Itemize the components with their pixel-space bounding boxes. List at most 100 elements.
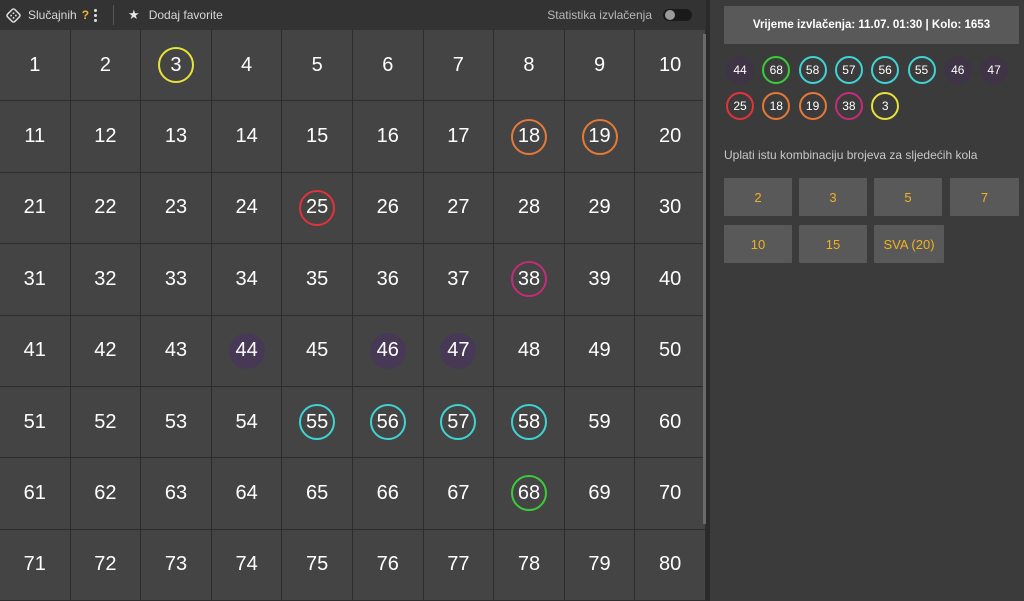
number-cell[interactable]: 37 bbox=[423, 244, 495, 316]
number-cell[interactable]: 52 bbox=[70, 386, 142, 459]
number-label: 1 bbox=[29, 53, 41, 76]
number-cell[interactable]: 2 bbox=[70, 30, 142, 102]
number-cell[interactable]: 18 bbox=[494, 101, 565, 173]
number-cell[interactable]: 23 bbox=[141, 172, 212, 245]
repeat-option-button[interactable]: 15 bbox=[799, 225, 867, 263]
number-cell[interactable]: 57 bbox=[423, 386, 495, 459]
number-label: 64 bbox=[235, 481, 258, 504]
number-cell[interactable]: 42 bbox=[70, 315, 142, 387]
number-cell[interactable]: 30 bbox=[635, 172, 706, 245]
number-cell[interactable]: 45 bbox=[282, 315, 353, 387]
number-cell[interactable]: 71 bbox=[0, 529, 71, 601]
number-cell[interactable]: 49 bbox=[564, 315, 636, 387]
number-cell[interactable]: 76 bbox=[352, 529, 424, 601]
number-label: 40 bbox=[659, 267, 682, 290]
number-cell[interactable]: 70 bbox=[635, 458, 706, 530]
number-label: 42 bbox=[94, 339, 117, 362]
number-cell[interactable]: 19 bbox=[564, 101, 636, 173]
number-cell[interactable]: 16 bbox=[352, 101, 424, 173]
number-cell[interactable]: 59 bbox=[564, 386, 636, 459]
number-cell[interactable]: 41 bbox=[0, 315, 71, 387]
number-cell[interactable]: 69 bbox=[564, 458, 636, 530]
number-cell[interactable]: 44 bbox=[211, 315, 283, 387]
number-cell[interactable]: 74 bbox=[211, 529, 283, 601]
number-cell[interactable]: 11 bbox=[0, 101, 71, 173]
number-cell[interactable]: 75 bbox=[282, 529, 353, 601]
number-cell[interactable]: 6 bbox=[352, 30, 424, 102]
number-cell[interactable]: 24 bbox=[211, 172, 283, 245]
number-cell[interactable]: 50 bbox=[635, 315, 706, 387]
repeat-option-button[interactable]: 10 bbox=[724, 225, 792, 263]
number-cell[interactable]: 29 bbox=[564, 172, 636, 245]
number-cell[interactable]: 63 bbox=[141, 458, 212, 530]
help-icon[interactable]: ? bbox=[82, 8, 89, 22]
number-cell[interactable]: 12 bbox=[70, 101, 142, 173]
number-cell[interactable]: 33 bbox=[141, 244, 212, 316]
number-cell[interactable]: 14 bbox=[211, 101, 283, 173]
number-cell[interactable]: 26 bbox=[352, 172, 424, 245]
number-label: 37 bbox=[447, 267, 470, 290]
number-cell[interactable]: 73 bbox=[141, 529, 212, 601]
number-cell[interactable]: 77 bbox=[423, 529, 495, 601]
number-label: 29 bbox=[588, 196, 611, 219]
number-cell[interactable]: 36 bbox=[352, 244, 424, 316]
number-cell[interactable]: 67 bbox=[423, 458, 495, 530]
number-cell[interactable]: 47 bbox=[423, 315, 495, 387]
number-cell[interactable]: 17 bbox=[423, 101, 495, 173]
number-cell[interactable]: 39 bbox=[564, 244, 636, 316]
number-cell[interactable]: 28 bbox=[494, 172, 565, 245]
random-picker[interactable]: Slučajnih ? bbox=[0, 0, 98, 30]
number-cell[interactable]: 68 bbox=[494, 458, 565, 530]
number-cell[interactable]: 78 bbox=[494, 529, 565, 601]
number-cell[interactable]: 60 bbox=[635, 386, 706, 459]
repeat-option-button[interactable]: 2 bbox=[724, 178, 792, 216]
number-cell[interactable]: 31 bbox=[0, 244, 71, 316]
number-cell[interactable]: 15 bbox=[282, 101, 353, 173]
number-cell[interactable]: 58 bbox=[494, 386, 565, 459]
number-cell[interactable]: 61 bbox=[0, 458, 71, 530]
number-cell[interactable]: 48 bbox=[494, 315, 565, 387]
number-cell[interactable]: 54 bbox=[211, 386, 283, 459]
number-cell[interactable]: 32 bbox=[70, 244, 142, 316]
number-cell[interactable]: 7 bbox=[423, 30, 495, 102]
number-cell[interactable]: 80 bbox=[635, 529, 706, 601]
number-cell[interactable]: 79 bbox=[564, 529, 636, 601]
number-label: 76 bbox=[376, 553, 399, 576]
number-cell[interactable]: 3 bbox=[141, 30, 212, 102]
number-cell[interactable]: 8 bbox=[494, 30, 565, 102]
number-cell[interactable]: 13 bbox=[141, 101, 212, 173]
repeat-option-button[interactable]: 7 bbox=[950, 178, 1019, 216]
number-cell[interactable]: 38 bbox=[494, 244, 565, 316]
number-cell[interactable]: 35 bbox=[282, 244, 353, 316]
number-cell[interactable]: 21 bbox=[0, 172, 71, 245]
stats-toggle[interactable] bbox=[663, 9, 692, 21]
number-cell[interactable]: 62 bbox=[70, 458, 142, 530]
number-cell[interactable]: 22 bbox=[70, 172, 142, 245]
number-cell[interactable]: 65 bbox=[282, 458, 353, 530]
number-cell[interactable]: 4 bbox=[211, 30, 283, 102]
number-cell[interactable]: 9 bbox=[564, 30, 636, 102]
number-cell[interactable]: 55 bbox=[282, 386, 353, 459]
repeat-option-button[interactable]: SVA (20) bbox=[874, 225, 944, 263]
number-cell[interactable]: 56 bbox=[352, 386, 424, 459]
number-cell[interactable]: 51 bbox=[0, 386, 71, 459]
number-cell[interactable]: 46 bbox=[352, 315, 424, 387]
number-cell[interactable]: 72 bbox=[70, 529, 142, 601]
number-cell[interactable]: 10 bbox=[635, 30, 706, 102]
repeat-option-button[interactable]: 3 bbox=[799, 178, 867, 216]
number-cell[interactable]: 25 bbox=[282, 172, 353, 245]
number-cell[interactable]: 64 bbox=[211, 458, 283, 530]
number-cell[interactable]: 53 bbox=[141, 386, 212, 459]
number-cell[interactable]: 43 bbox=[141, 315, 212, 387]
number-cell[interactable]: 20 bbox=[635, 101, 706, 173]
number-cell[interactable]: 1 bbox=[0, 30, 71, 102]
number-cell[interactable]: 34 bbox=[211, 244, 283, 316]
number-cell[interactable]: 66 bbox=[352, 458, 424, 530]
add-favorites-button[interactable]: ★ Dodaj favorite bbox=[128, 0, 223, 30]
more-options-icon[interactable] bbox=[94, 8, 98, 22]
number-label: 68 bbox=[510, 475, 547, 512]
number-cell[interactable]: 5 bbox=[282, 30, 353, 102]
number-cell[interactable]: 27 bbox=[423, 172, 495, 245]
repeat-option-button[interactable]: 5 bbox=[874, 178, 942, 216]
number-cell[interactable]: 40 bbox=[635, 244, 706, 316]
